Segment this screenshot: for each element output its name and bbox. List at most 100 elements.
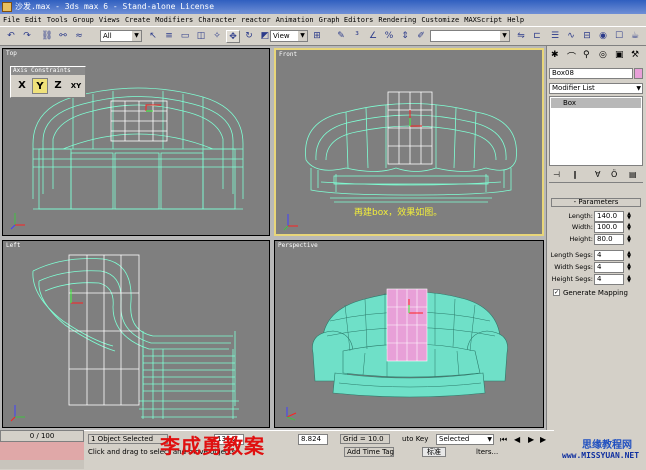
axis-constraints-title: Axis Constraints <box>11 67 85 75</box>
create-tab-icon[interactable]: ✱ <box>551 50 559 60</box>
modifier-list-dropdown[interactable]: Modifier List ▼ <box>549 83 643 94</box>
chevron-down-icon: ▼ <box>298 31 307 41</box>
height-spinner[interactable]: ▲ ▼ <box>626 235 632 244</box>
select-rotate-icon[interactable]: ↻ <box>242 30 256 43</box>
menu-graph-editors[interactable]: Graph Editors <box>319 16 374 24</box>
stack-item-box[interactable]: Box <box>551 98 641 108</box>
spinner-snap-icon[interactable]: ⇕ <box>398 30 412 43</box>
viewport-perspective[interactable]: Perspective <box>274 240 544 428</box>
unlink-icon[interactable]: ⚯ <box>56 30 70 43</box>
select-object-icon[interactable]: ↖ <box>146 30 160 43</box>
time-slider[interactable]: 0 / 100 <box>0 430 84 442</box>
menu-character[interactable]: Character <box>198 16 236 24</box>
length-segs-label: Length Segs: <box>550 251 593 259</box>
object-name-field[interactable]: Box08 <box>549 68 633 79</box>
pin-stack-icon[interactable]: ⊣ <box>553 170 560 179</box>
goto-start-icon[interactable]: ⏮ <box>500 435 507 445</box>
configure-sets-icon[interactable]: ▤ <box>629 170 637 179</box>
named-selection-icon[interactable]: ✐ <box>414 30 428 43</box>
show-end-result-icon[interactable]: ∥ <box>573 170 577 179</box>
axis-xy-button[interactable]: XY <box>68 78 84 94</box>
angle-snap-icon[interactable]: ∠ <box>366 30 380 43</box>
menu-help[interactable]: Help <box>507 16 524 24</box>
modify-tab-icon[interactable]: ⌒ <box>567 50 576 63</box>
axis-x-button[interactable]: X <box>15 78 29 94</box>
add-time-tag-button[interactable]: Add Time Tag <box>344 447 394 457</box>
width-segs-field[interactable]: 4 <box>594 262 624 273</box>
menu-views[interactable]: Views <box>99 16 120 24</box>
height-label: Height: <box>569 235 593 243</box>
quick-render-icon[interactable]: ☕ <box>628 30 642 43</box>
select-manipulate-2-icon[interactable]: ✎ <box>334 30 348 43</box>
width-field[interactable]: 100.0 <box>594 222 624 233</box>
undo-icon[interactable]: ↶ <box>4 30 18 43</box>
align-icon[interactable]: ⊏ <box>530 30 544 43</box>
length-field[interactable]: 140.0 <box>594 211 624 222</box>
select-move-icon[interactable]: ✥ <box>226 30 240 43</box>
key-filters-button[interactable]: lters... <box>476 447 498 457</box>
menu-create[interactable]: Create <box>125 16 150 24</box>
material-editor-icon[interactable]: ◉ <box>596 30 610 43</box>
remove-modifier-icon[interactable]: Ö <box>611 170 617 179</box>
snap-toggle-icon[interactable]: ³ <box>350 30 364 43</box>
menu-maxscript[interactable]: MAXScript <box>464 16 502 24</box>
generate-mapping-checkbox[interactable]: ✓ <box>553 289 560 296</box>
play-icon[interactable]: ▶ <box>528 435 534 444</box>
standard-button[interactable]: 标准 <box>422 447 446 457</box>
length-segs-field[interactable]: 4 <box>594 250 624 261</box>
mirror-icon[interactable]: ⇋ <box>514 30 528 43</box>
menu-edit[interactable]: Edit <box>25 16 42 24</box>
rollout-minus-icon: - <box>573 198 577 206</box>
modifier-stack: Box <box>549 96 643 166</box>
viewport-left[interactable]: Left <box>2 240 270 428</box>
hierarchy-tab-icon[interactable]: ⚲ <box>583 50 590 60</box>
reference-coord-dropdown[interactable]: View ▼ <box>270 30 308 42</box>
pivot-center-icon[interactable]: ⊞ <box>310 30 324 43</box>
render-scene-icon[interactable]: ☐ <box>612 30 626 43</box>
next-frame-icon[interactable]: ▶ <box>540 435 546 444</box>
menu-modifiers[interactable]: Modifiers <box>155 16 193 24</box>
layers-icon[interactable]: ☰ <box>548 30 562 43</box>
redo-icon[interactable]: ↷ <box>20 30 34 43</box>
width-spinner[interactable]: ▲ ▼ <box>626 223 632 232</box>
utilities-tab-icon[interactable]: ⚒ <box>631 50 639 60</box>
rollout-title: Parameters <box>578 198 619 206</box>
length-segs-spinner[interactable]: ▲ ▼ <box>626 251 632 260</box>
axis-z-button[interactable]: Z <box>51 78 65 94</box>
z-coordinate-field[interactable]: 8.824 <box>298 434 328 445</box>
make-unique-icon[interactable]: ∀ <box>595 170 600 179</box>
selection-filter-dropdown[interactable]: All ▼ <box>100 30 142 42</box>
motion-tab-icon[interactable]: ◎ <box>599 50 607 60</box>
menu-animation[interactable]: Animation <box>276 16 314 24</box>
link-icon[interactable]: ⛓ <box>40 30 54 43</box>
menu-group[interactable]: Group <box>73 16 94 24</box>
object-color-swatch[interactable] <box>634 68 643 79</box>
width-segs-spinner[interactable]: ▲ ▼ <box>626 263 632 272</box>
height-field[interactable]: 80.0 <box>594 234 624 245</box>
menu-reactor[interactable]: reactor <box>241 16 271 24</box>
length-spinner[interactable]: ▲ ▼ <box>626 212 632 221</box>
percent-snap-icon[interactable]: % <box>382 30 396 43</box>
selected-dropdown[interactable]: Selected ▼ <box>436 434 494 445</box>
axis-y-button[interactable]: Y <box>32 78 48 94</box>
rect-selection-icon[interactable]: ▭ <box>178 30 192 43</box>
menu-customize[interactable]: Customize <box>421 16 459 24</box>
window-crossing-icon[interactable]: ◫ <box>194 30 208 43</box>
height-segs-spinner[interactable]: ▲ ▼ <box>626 275 632 284</box>
menu-rendering[interactable]: Rendering <box>378 16 416 24</box>
curve-editor-icon[interactable]: ∿ <box>564 30 578 43</box>
bind-space-warp-icon[interactable]: ≈ <box>72 30 86 43</box>
schematic-icon[interactable]: ⊟ <box>580 30 594 43</box>
display-tab-icon[interactable]: ▣ <box>615 50 624 60</box>
menu-file[interactable]: File <box>3 16 20 24</box>
trackbar[interactable] <box>0 442 84 460</box>
auto-key-button[interactable]: uto Key <box>402 434 428 444</box>
select-manipulate-icon[interactable]: ✧ <box>210 30 224 43</box>
grid-size-display: Grid = 10.0 <box>340 434 390 444</box>
prev-frame-icon[interactable]: ◀ <box>514 435 520 444</box>
height-segs-field[interactable]: 4 <box>594 274 624 285</box>
select-by-name-icon[interactable]: ≡ <box>162 30 176 43</box>
menu-tools[interactable]: Tools <box>47 16 68 24</box>
named-selection-sets[interactable]: ▼ <box>430 30 510 42</box>
parameters-rollout-header[interactable]: - Parameters <box>551 198 641 207</box>
